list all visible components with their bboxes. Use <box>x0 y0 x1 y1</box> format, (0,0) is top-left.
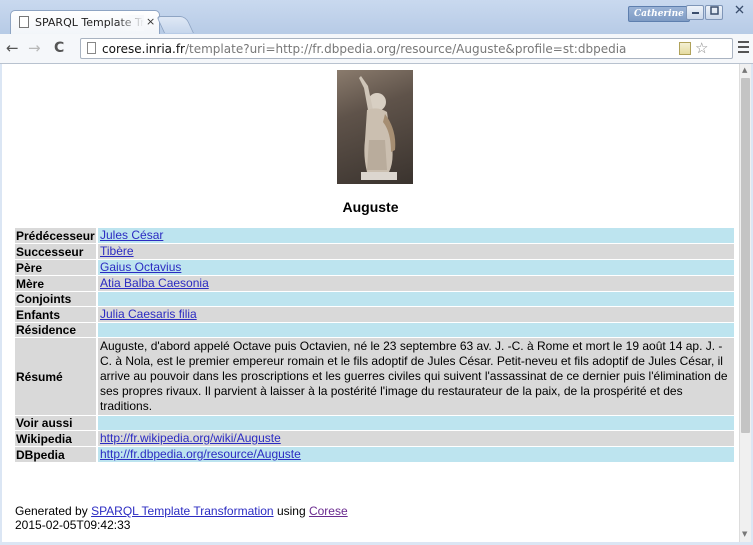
statue-figure <box>359 76 397 180</box>
row-label: DBpedia <box>15 447 96 462</box>
browser-toolbar: ← → C corese.inria.fr/template?uri=http:… <box>0 34 753 64</box>
row-wikipedia: Wikipedia http://fr.wikipedia.org/wiki/A… <box>15 431 734 446</box>
page-favicon-icon <box>19 16 29 28</box>
dbpedia-link[interactable]: http://fr.dbpedia.org/resource/Auguste <box>100 447 301 461</box>
spouses-value <box>98 292 734 306</box>
row-dbpedia: DBpedia http://fr.dbpedia.org/resource/A… <box>15 447 734 462</box>
statue-image <box>337 70 413 184</box>
url-path: /template?uri=http://fr.dbpedia.org/reso… <box>184 42 627 56</box>
reload-button[interactable]: C <box>54 40 64 56</box>
row-label: Successeur <box>15 244 96 259</box>
row-predecessor: Prédécesseur Jules César <box>15 228 734 243</box>
user-profile-badge[interactable]: Catherine <box>628 6 690 22</box>
scroll-down-icon[interactable]: ▼ <box>742 530 747 538</box>
browser-tab[interactable]: SPARQL Template Tr × <box>10 10 160 34</box>
row-label: Enfants <box>15 307 96 322</box>
page-title: Auguste <box>342 199 399 215</box>
info-table: Prédécesseur Jules César Successeur Tibè… <box>15 228 734 463</box>
minimize-icon <box>691 12 699 14</box>
father-link[interactable]: Gaius Octavius <box>100 260 181 274</box>
row-children: Enfants Julia Caesaris filia <box>15 307 734 322</box>
scroll-up-icon[interactable]: ▲ <box>742 66 747 74</box>
window-titlebar: SPARQL Template Tr × Catherine <box>0 0 753 34</box>
row-label: Résidence <box>15 323 96 337</box>
row-label: Voir aussi <box>15 416 96 430</box>
corese-link[interactable]: Corese <box>309 504 348 518</box>
residence-value <box>98 323 734 337</box>
page-icon <box>87 42 96 54</box>
address-bar[interactable]: corese.inria.fr/template?uri=http://fr.d… <box>80 38 733 59</box>
summary-text: Auguste, d'abord appelé Octave puis Octa… <box>98 338 734 415</box>
row-successor: Successeur Tibère <box>15 244 734 259</box>
page-viewport: Auguste Prédécesseur Jules César Success… <box>2 64 739 542</box>
see-also-value <box>98 416 734 430</box>
row-label: Mère <box>15 276 96 291</box>
footer-generated-by: Generated by <box>15 504 88 518</box>
row-residence: Résidence <box>15 323 734 337</box>
forward-button[interactable]: → <box>28 40 41 56</box>
close-icon <box>735 5 743 14</box>
row-label: Conjoints <box>15 292 96 306</box>
bookmark-star-icon[interactable]: ☆ <box>695 39 708 57</box>
row-summary: Résumé Auguste, d'abord appelé Octave pu… <box>15 338 734 415</box>
back-button[interactable]: ← <box>6 40 19 56</box>
row-label: Prédécesseur <box>15 228 96 243</box>
close-window-button[interactable] <box>730 5 748 20</box>
vertical-scrollbar[interactable]: ▲ ▼ <box>739 64 751 542</box>
wikipedia-link[interactable]: http://fr.wikipedia.org/wiki/Auguste <box>100 431 281 445</box>
row-father: Père Gaius Octavius <box>15 260 734 275</box>
children-link[interactable]: Julia Caesaris filia <box>100 307 197 321</box>
footer-using: using <box>276 504 306 518</box>
predecessor-link[interactable]: Jules César <box>100 228 163 242</box>
maximize-icon <box>709 6 719 15</box>
row-mother: Mère Atia Balba Caesonia <box>15 276 734 291</box>
tab-close-icon[interactable]: × <box>146 15 155 28</box>
row-label: Résumé <box>15 338 96 415</box>
menu-icon[interactable] <box>738 41 749 56</box>
new-tab-button[interactable] <box>156 16 194 33</box>
row-spouses: Conjoints <box>15 292 734 306</box>
url-host: corese.inria.fr <box>102 42 185 56</box>
page-footer: Generated by SPARQL Template Transformat… <box>15 504 348 532</box>
row-label: Père <box>15 260 96 275</box>
scrollbar-thumb[interactable] <box>741 78 750 433</box>
successor-link[interactable]: Tibère <box>100 244 134 258</box>
minimize-button[interactable] <box>686 5 704 20</box>
footer-timestamp: 2015-02-05T09:42:33 <box>15 518 131 532</box>
mother-link[interactable]: Atia Balba Caesonia <box>100 276 209 290</box>
sparql-template-link[interactable]: SPARQL Template Transformation <box>91 504 274 518</box>
extension-icon[interactable] <box>679 42 691 55</box>
url-text: corese.inria.fr/template?uri=http://fr.d… <box>102 42 626 56</box>
maximize-button[interactable] <box>705 5 723 20</box>
row-see-also: Voir aussi <box>15 416 734 430</box>
row-label: Wikipedia <box>15 431 96 446</box>
